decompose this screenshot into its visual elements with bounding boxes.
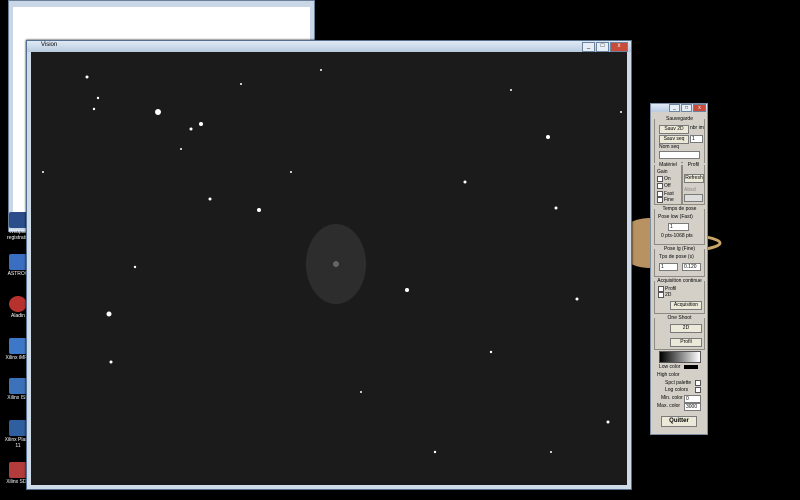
- color-gradient-bar: [659, 351, 701, 363]
- max-color-input[interactable]: 3000: [684, 403, 701, 411]
- min-color-label: Min. color: [661, 395, 683, 401]
- group-title: Acquisition continue: [655, 278, 704, 284]
- star-field-svg: [42, 69, 622, 454]
- nbr-im-label: nbr im: [690, 125, 704, 131]
- profil-group: Profil Refresh Abscl: [682, 162, 705, 205]
- one-shoot-2d-button[interactable]: 2D: [670, 324, 702, 333]
- close-button[interactable]: x: [693, 104, 706, 112]
- group-title: Profil: [683, 162, 704, 168]
- sauvegarde-group: Sauvegarde Sauv 2D nbr im Sauv seq 1 Nom…: [654, 116, 705, 163]
- refresh-button[interactable]: Refresh: [684, 174, 704, 183]
- galaxy-core: [333, 261, 339, 267]
- group-title: One Shoot: [655, 315, 704, 321]
- sauv-seq-button[interactable]: Sauv seq: [659, 135, 689, 144]
- group-title: Pose lg (Fine): [655, 246, 704, 252]
- acq-2d-label: 2D: [665, 292, 672, 298]
- xilinx-icon: [9, 378, 27, 394]
- pose-low-label: Pose low (Fast): [658, 214, 693, 220]
- webpac-icon: [9, 212, 27, 228]
- pose-lg-group: Pose lg (Fine) Tps de pose (s) 1 0.120: [654, 246, 705, 277]
- quit-button[interactable]: Quitter: [661, 416, 697, 427]
- gain-on-radio[interactable]: [657, 176, 663, 182]
- min-color-input[interactable]: 0: [684, 395, 701, 403]
- on-label: On: [664, 176, 671, 182]
- acquisition-group: Acquisition continue Profil 2D Acquisiti…: [654, 278, 705, 314]
- xilinx-icon: [9, 420, 27, 436]
- low-color-label: Low color: [659, 364, 681, 370]
- spcl-palette-check[interactable]: [695, 380, 701, 386]
- nom-seq-label: Nom seq: [659, 144, 680, 150]
- gain-label: Gain: [657, 169, 668, 175]
- acquisition-button[interactable]: Acquisition: [670, 301, 702, 310]
- minimize-button[interactable]: _: [582, 42, 595, 52]
- off-label: Off: [664, 183, 671, 189]
- minimize-button[interactable]: _: [669, 104, 680, 112]
- tps-de-pose-label: Tps de pose (s): [659, 254, 694, 260]
- abscl-input[interactable]: [684, 194, 703, 202]
- tps-de-pose-input-2[interactable]: 0.120: [682, 263, 701, 271]
- maximize-button[interactable]: □: [596, 42, 609, 52]
- temps-de-pose-group: Temps de pose Pose low (Fast) 1 0 pts-10…: [654, 206, 705, 245]
- nom-seq-input[interactable]: [659, 151, 700, 159]
- desktop-icon-label: Aladin: [11, 313, 25, 319]
- xilinx-icon: [9, 338, 27, 354]
- group-title: Matériel: [655, 162, 681, 168]
- material-group: Matériel Gain On Off Fast Fine: [654, 162, 682, 205]
- maximize-button[interactable]: □: [681, 104, 692, 112]
- fine-label: Fine: [664, 197, 674, 203]
- acq-2d-check[interactable]: [658, 292, 664, 298]
- low-color-swatch[interactable]: [684, 365, 698, 369]
- vision-window[interactable]: Vision _ □ x: [26, 40, 632, 490]
- pose-low-unit: 0 pts-1068 pts: [661, 233, 693, 239]
- max-color-label: Max. color: [657, 403, 681, 409]
- log-colors-check[interactable]: [695, 387, 701, 393]
- fine-radio[interactable]: [657, 197, 663, 203]
- vision-titlebar[interactable]: Vision _ □ x: [27, 41, 631, 52]
- group-title: Temps de pose: [655, 206, 704, 212]
- one-shoot-profil-button[interactable]: Profil: [670, 338, 702, 347]
- log-colors-label: Log colors: [665, 387, 689, 393]
- group-title: Sauvegarde: [655, 116, 704, 122]
- control-panel[interactable]: _ □ x Sauvegarde Sauv 2D nbr im Sauv seq…: [650, 103, 708, 435]
- sauv-2d-button[interactable]: Sauv 2D: [659, 125, 689, 134]
- spcl-palette-label: Spcl palette: [665, 380, 692, 386]
- abscl-label: Abscl: [684, 187, 697, 193]
- tps-de-pose-input[interactable]: 1: [659, 263, 678, 271]
- aladin-icon: [9, 296, 27, 312]
- astroc-icon: [9, 254, 27, 270]
- star-field-image[interactable]: [31, 52, 627, 485]
- gain-off-radio[interactable]: [657, 183, 663, 189]
- high-color-label: High color: [657, 372, 680, 378]
- nbr-im-input[interactable]: 1: [690, 135, 703, 143]
- window-title: Vision: [41, 42, 58, 48]
- one-shoot-group: One Shoot 2D Profil: [654, 315, 705, 350]
- xilinx-icon: [9, 462, 27, 478]
- close-button[interactable]: x: [610, 42, 628, 52]
- pose-low-input[interactable]: 1: [668, 223, 689, 231]
- panel-titlebar[interactable]: _ □ x: [651, 104, 707, 112]
